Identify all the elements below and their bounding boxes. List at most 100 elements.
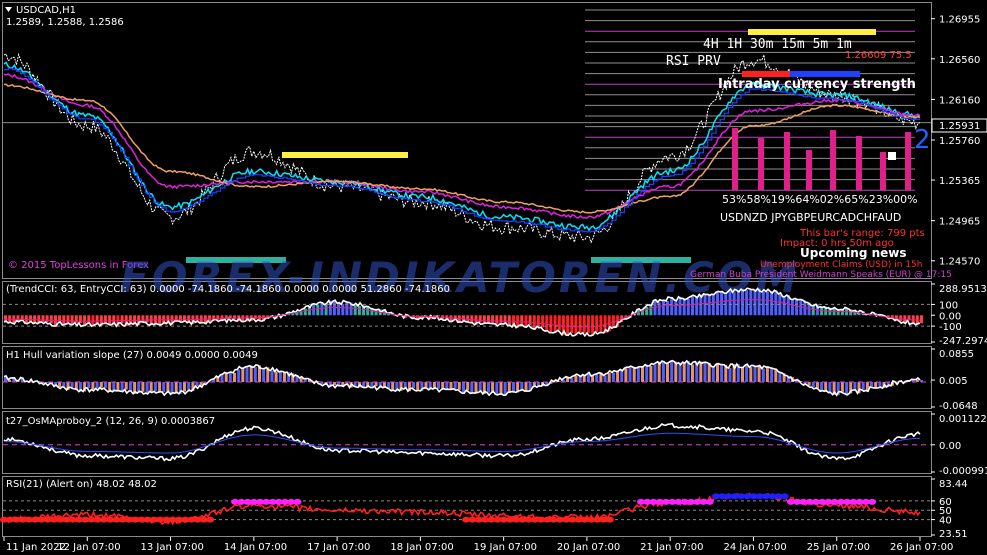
histogram-bar	[586, 315, 590, 334]
histogram-bar	[74, 315, 78, 323]
histogram-bar	[278, 371, 282, 382]
histogram-bar	[728, 368, 732, 382]
histogram-bar	[591, 376, 595, 382]
price-tick-label: 1.26160	[939, 95, 980, 106]
histogram-bar	[616, 371, 620, 382]
osma-header: t27_OsMAproboy_2 (12, 26, 9) 0.0003867	[6, 416, 215, 427]
histogram-bar	[666, 363, 669, 382]
histogram-bar	[595, 315, 599, 332]
histogram-bar	[636, 367, 640, 382]
histogram-bar	[45, 315, 49, 322]
rsi-signal-dot	[206, 516, 215, 523]
histogram-bar	[745, 290, 749, 316]
histogram-bar	[661, 300, 665, 316]
histogram-bar	[545, 315, 549, 332]
histogram-bar	[828, 382, 832, 393]
current-price-label: 1.25931	[939, 121, 980, 132]
histogram-bar	[466, 382, 470, 391]
histogram-bar	[678, 362, 682, 382]
price-tick-label: 1.24965	[939, 217, 980, 228]
histogram-bar	[495, 382, 499, 395]
histogram-bar	[628, 367, 632, 382]
histogram-bar	[870, 382, 873, 387]
strength-bar	[830, 130, 836, 190]
symbol-label: USDCAD,H1	[16, 5, 76, 16]
histogram-bar	[741, 367, 744, 382]
strength-bar	[806, 150, 812, 190]
scale-label: 288.9513	[939, 284, 987, 295]
histogram-bar	[495, 315, 499, 324]
histogram-bar	[591, 315, 595, 336]
histogram-bar	[607, 373, 611, 382]
time-tick-label: 21 Jan 07:00	[640, 542, 703, 553]
histogram-bar	[574, 315, 578, 336]
histogram-bar	[512, 382, 515, 392]
histogram-bar	[249, 365, 253, 382]
histogram-bar	[478, 315, 482, 323]
histogram-bar	[699, 361, 703, 382]
histogram-bar	[661, 361, 665, 382]
trading-chart[interactable]: USDCAD,H1 1.2589, 1.2588, 1.2586 © 2015 …	[0, 0, 987, 555]
histogram-bar	[116, 382, 120, 391]
histogram-bar	[149, 382, 153, 392]
timeframes-label: 4H 1H 30m 15m 5m 1m	[703, 37, 852, 52]
histogram-bar	[316, 304, 320, 316]
histogram-bar	[653, 364, 657, 382]
histogram-bar	[124, 382, 128, 390]
histogram-bar	[16, 315, 20, 321]
histogram-bar	[362, 382, 366, 387]
histogram-bar	[736, 290, 740, 316]
histogram-bar	[99, 382, 103, 388]
histogram-bar	[416, 382, 420, 391]
histogram-bar	[741, 289, 744, 316]
histogram-bar	[670, 361, 674, 382]
histogram-bar	[795, 298, 799, 316]
price-tick-label: 1.26955	[939, 15, 980, 26]
yellow-resistance-bar-2	[748, 29, 876, 35]
histogram-bar	[774, 290, 778, 316]
histogram-bar	[716, 364, 719, 382]
histogram-bar	[641, 366, 644, 382]
time-tick-label: 17 Jan 07:00	[307, 542, 370, 553]
histogram-bar	[178, 315, 182, 322]
histogram-bar	[474, 382, 478, 394]
scale-label: 100	[939, 300, 958, 311]
histogram-bar	[566, 315, 570, 336]
histogram-bar	[520, 315, 524, 325]
strength-bar	[732, 128, 738, 190]
histogram-bar	[524, 315, 528, 327]
histogram-bar	[162, 382, 166, 393]
histogram-bar	[845, 382, 849, 394]
histogram-bar	[120, 382, 124, 392]
time-tick-label: 19 Jan 07:00	[474, 542, 537, 553]
histogram-bar	[645, 307, 649, 316]
histogram-bar	[507, 315, 511, 326]
scale-label: -100	[939, 322, 962, 333]
histogram-bar	[120, 315, 124, 323]
histogram-bar	[570, 315, 574, 333]
scale-label: 0.0011225	[939, 414, 987, 425]
histogram-bar	[491, 315, 495, 324]
histogram-bar	[183, 382, 186, 392]
histogram-bar	[678, 296, 682, 316]
histogram-bar	[707, 294, 711, 316]
histogram-bar	[686, 298, 690, 316]
histogram-bar	[749, 367, 753, 382]
histogram-bar	[41, 315, 45, 323]
histogram-bar	[595, 374, 599, 382]
histogram-bar	[499, 315, 503, 325]
histogram-bar	[770, 367, 774, 382]
histogram-bar	[353, 305, 357, 316]
histogram-bar	[91, 382, 95, 390]
histogram-bar	[228, 372, 232, 382]
histogram-bar	[745, 365, 749, 382]
strength-bar	[784, 132, 790, 190]
time-tick-label: 20 Jan 07:00	[557, 542, 620, 553]
rsi-signal-dot	[293, 498, 302, 505]
histogram-bar	[153, 382, 157, 392]
histogram-bar	[424, 382, 428, 388]
ohlc-readout: 1.2589, 1.2588, 1.2586	[6, 17, 124, 28]
cci-header: (TrendCCI: 63, EntryCCI: 63) 0.0000 -74.…	[6, 284, 450, 295]
top-right-red-readout: 1.26609 75.5	[845, 50, 912, 61]
histogram-bar	[528, 315, 532, 326]
